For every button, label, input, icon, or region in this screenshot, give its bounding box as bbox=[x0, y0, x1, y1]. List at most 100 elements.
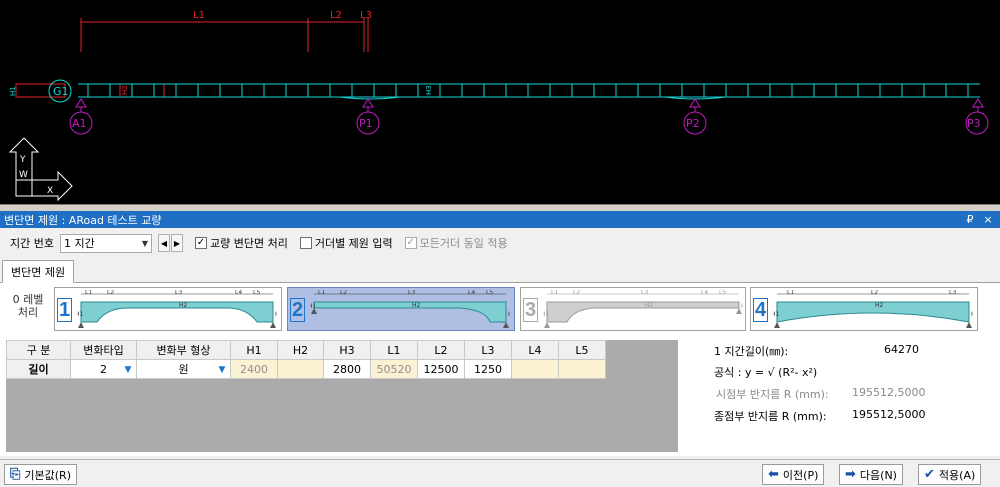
svg-text:L2: L2 bbox=[573, 290, 580, 296]
prev-button[interactable]: ⬅ 이전(P) bbox=[762, 464, 825, 485]
support-markers bbox=[69, 98, 989, 135]
col-header-h3: H3 bbox=[323, 340, 371, 360]
panel-titlebar: 변단면 제원 : ARoad 테스트 교량 ₽ × bbox=[0, 211, 1000, 228]
h1-cell: 2400 bbox=[230, 359, 278, 379]
type-3-option[interactable]: 3 L1 L2 L3 L4 L5 H1 H2 H3 bbox=[520, 287, 746, 331]
close-icon[interactable]: × bbox=[982, 213, 994, 226]
col-header-h2: H2 bbox=[277, 340, 324, 360]
apply-all-girders-checkbox: ✓ 모든거더 동일 적용 bbox=[404, 235, 508, 251]
l2-cell[interactable]: 12500 bbox=[417, 359, 465, 379]
dim-l2-label: L2 bbox=[330, 10, 342, 21]
span-number-select[interactable]: 1 지간 ▼ bbox=[59, 233, 152, 253]
svg-text:H3: H3 bbox=[971, 311, 973, 318]
svg-text:L3: L3 bbox=[641, 290, 648, 296]
bottom-bar: ⎘ 기본값(R) ⬅ 이전(P) ➡ 다음(N) ✔ 적용(A) bbox=[0, 459, 1000, 487]
axis-y-label: Y bbox=[19, 155, 26, 165]
section-grid[interactable]: 구 분 변화타입 변화부 형상 H1 H2 H3 L1 L2 L3 L4 L5 … bbox=[6, 340, 606, 379]
col-header-h1: H1 bbox=[230, 340, 278, 360]
svg-text:L3: L3 bbox=[175, 290, 182, 296]
dropdown-arrow-icon[interactable]: ▼ bbox=[215, 362, 229, 377]
span-number-value: 1 지간 bbox=[63, 237, 95, 250]
svg-text:L5: L5 bbox=[253, 290, 260, 296]
svg-text:L1: L1 bbox=[551, 290, 558, 296]
span-prev-button[interactable]: ◀ bbox=[157, 234, 170, 252]
type-4-number: 4 bbox=[753, 298, 768, 322]
svg-text:H1: H1 bbox=[310, 303, 317, 310]
col-header-l2: L2 bbox=[417, 340, 465, 360]
type-4-option[interactable]: 4 L1 L2 L3 H1 H2 H3 bbox=[750, 287, 978, 331]
options-bar: 지간 번호 1 지간 ▼ ◀ ▶ ✓ 교량 변단면 처리 거더별 제원 입력 ✓… bbox=[0, 230, 1000, 256]
col-header-category: 구 분 bbox=[6, 340, 71, 360]
l3-cell[interactable]: 1250 bbox=[464, 359, 512, 379]
svg-text:H2: H2 bbox=[179, 302, 188, 309]
arrow-left-icon: ⬅ bbox=[768, 467, 779, 482]
svg-text:L3: L3 bbox=[408, 290, 415, 296]
pier-p2-label: P2 bbox=[686, 117, 700, 130]
change-shape-value: 원 bbox=[178, 363, 189, 376]
svg-text:H1: H1 bbox=[543, 311, 550, 318]
type-0-option[interactable]: 0 레벨 처리 bbox=[8, 293, 48, 319]
chevron-down-icon: ▼ bbox=[141, 238, 148, 248]
next-button[interactable]: ➡ 다음(N) bbox=[839, 464, 903, 485]
cad-viewport[interactable]: L1 L2 L3 G1 H1 H2 H3 A1 P1 P2 P3 Y W X bbox=[0, 0, 1000, 205]
girder-line[interactable] bbox=[78, 83, 980, 100]
tab-strip: 변단면 제원 bbox=[0, 259, 1000, 283]
checkbox-checked-icon: ✓ bbox=[194, 237, 207, 249]
type-3-number: 3 bbox=[523, 298, 538, 322]
span-spinner: ◀ ▶ bbox=[157, 234, 183, 252]
svg-text:H2: H2 bbox=[412, 302, 421, 309]
ucs-axis-icon bbox=[8, 137, 73, 202]
end-radius-label: 종점부 반지름 R (mm): bbox=[714, 410, 827, 423]
svg-text:L1: L1 bbox=[318, 290, 325, 296]
apply-button-label: 적용(A) bbox=[938, 468, 976, 482]
col-header-l3: L3 bbox=[464, 340, 512, 360]
svg-text:L1: L1 bbox=[787, 290, 794, 296]
default-values-button[interactable]: ⎘ 기본값(R) bbox=[4, 464, 77, 485]
change-type-cell[interactable]: 2 ▼ bbox=[70, 359, 137, 379]
girder-ribs bbox=[87, 84, 969, 97]
svg-text:H1: H1 bbox=[773, 311, 780, 318]
bridge-variable-section-checkbox[interactable]: ✓ 교량 변단면 처리 bbox=[194, 235, 288, 251]
type-2-option[interactable]: 2 L1 L2 L3 L4 L5 H1 H2 H3 bbox=[287, 287, 515, 331]
pier-a1-label: A1 bbox=[72, 117, 87, 130]
panel-title: 변단면 제원 : ARoad 테스트 교량 bbox=[4, 213, 162, 227]
svg-text:L2: L2 bbox=[871, 290, 878, 296]
pin-icon[interactable]: ₽ bbox=[964, 213, 976, 226]
type-2-section-diagram: L1 L2 L3 L4 L5 H1 H2 H3 bbox=[310, 290, 510, 328]
svg-text:L5: L5 bbox=[719, 290, 726, 296]
checkbox-empty-icon bbox=[299, 237, 312, 249]
reset-icon: ⎘ bbox=[10, 467, 21, 482]
col-header-change-type: 변화타입 bbox=[70, 340, 137, 360]
pier-p1-label: P1 bbox=[359, 117, 373, 130]
tab-variable-section[interactable]: 변단면 제원 bbox=[2, 260, 75, 283]
checkbox-checked-icon: ✓ bbox=[404, 237, 417, 249]
svg-text:L4: L4 bbox=[701, 290, 708, 296]
col-header-l1: L1 bbox=[370, 340, 418, 360]
col-header-change-shape: 변화부 형상 bbox=[136, 340, 231, 360]
svg-text:L2: L2 bbox=[340, 290, 347, 296]
dropdown-arrow-icon[interactable]: ▼ bbox=[121, 362, 135, 377]
svg-text:L2: L2 bbox=[107, 290, 114, 296]
svg-text:L5: L5 bbox=[486, 290, 493, 296]
next-button-label: 다음(N) bbox=[859, 468, 897, 482]
variable-section-panel: 0 레벨 처리 1 L1 L2 L3 L4 L5 H1 H2 H3 2 L1 L… bbox=[0, 283, 1000, 456]
svg-text:H2: H2 bbox=[645, 302, 654, 309]
span-next-button[interactable]: ▶ bbox=[170, 234, 183, 252]
dim-l3-label: L3 bbox=[360, 10, 372, 21]
start-radius-label: 시점부 반지름 R (mm): bbox=[716, 388, 829, 401]
h2-cell[interactable] bbox=[277, 359, 324, 379]
apply-button[interactable]: ✔ 적용(A) bbox=[918, 464, 982, 485]
h2-marker: H2 bbox=[121, 85, 129, 95]
h3-cell[interactable]: 2800 bbox=[323, 359, 371, 379]
section-grid-area: 구 분 변화타입 변화부 형상 H1 H2 H3 L1 L2 L3 L4 L5 … bbox=[6, 340, 678, 452]
l5-cell[interactable] bbox=[558, 359, 606, 379]
svg-text:H3: H3 bbox=[275, 311, 277, 318]
bridge-variable-section-label: 교량 변단면 처리 bbox=[209, 237, 288, 250]
change-shape-cell[interactable]: 원 ▼ bbox=[136, 359, 231, 379]
per-girder-input-checkbox[interactable]: 거더별 제원 입력 bbox=[299, 235, 393, 251]
l4-cell[interactable] bbox=[511, 359, 559, 379]
svg-text:H3: H3 bbox=[508, 311, 510, 318]
default-values-label: 기본값(R) bbox=[24, 468, 71, 482]
type-3-section-diagram: L1 L2 L3 L4 L5 H1 H2 H3 bbox=[543, 290, 743, 328]
type-1-option[interactable]: 1 L1 L2 L3 L4 L5 H1 H2 H3 bbox=[54, 287, 282, 331]
